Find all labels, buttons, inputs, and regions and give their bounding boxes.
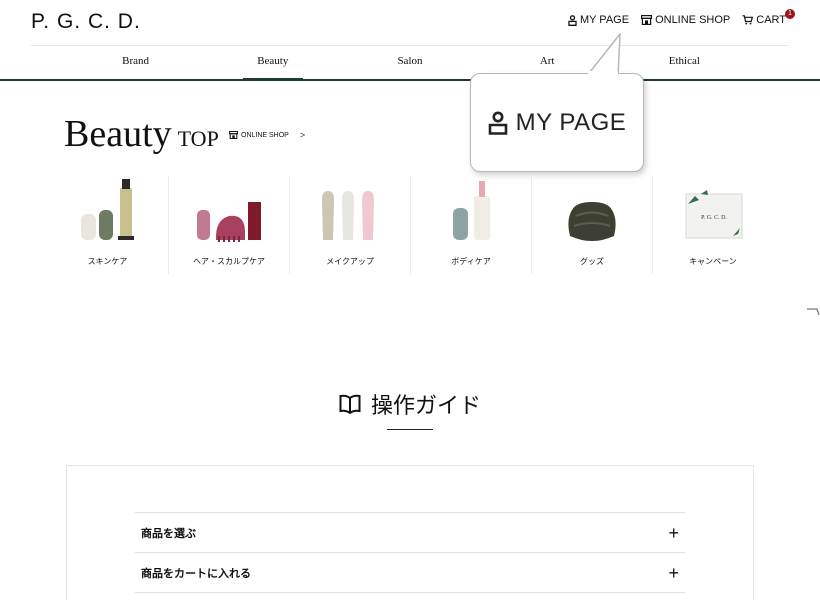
category-goods[interactable]: グッズ [531,176,652,274]
scroll-edge-mark [807,308,820,315]
plus-icon[interactable]: + [668,524,679,542]
cart-label: CART [756,14,786,26]
category-nav: Brand Beauty Salon Art Ethical [67,46,753,80]
beauty-category-grid: スキンケア ヘア・スカルプケア メイクアップ ボディケア グッズ P. G. C… [47,176,773,274]
cart-link[interactable]: CART 1 [742,9,795,26]
nav-ethical[interactable]: Ethical [654,46,714,79]
category-makeup[interactable]: メイクアップ [289,176,410,274]
campaign-card-logo: P. G. C. D. [701,215,727,221]
brand-logo[interactable]: P. G. C. D. [31,10,141,34]
book-icon [339,394,361,414]
makeup-product-image [322,191,374,240]
online-shop-link[interactable]: ONLINE SHOP [641,14,730,26]
guide-heading: 操作ガイド [0,388,820,420]
category-skincare[interactable]: スキンケア [47,176,168,274]
cart-count-badge: 1 [785,9,795,19]
plus-icon[interactable]: + [668,564,679,582]
bodycare-product-image [453,181,490,240]
hair-product-image [197,202,261,242]
online-shop-label: ONLINE SHOP [655,14,731,26]
top-nav: MY PAGE ONLINE SHOP CART 1 [568,9,795,26]
accordion-divider [135,592,685,593]
category-label: ボディケア [451,257,491,266]
beauty-title-suffix: TOP [177,126,219,151]
guide-title: 操作ガイド [370,394,481,419]
nav-beauty[interactable]: Beauty [242,46,303,80]
shop-icon [229,131,238,139]
beauty-title: Beauty [64,113,172,155]
nav-salon[interactable]: Salon [380,46,440,79]
beauty-top-heading: Beauty TOP [64,112,219,156]
callout-joint-cover [588,71,618,75]
accordion-label: 商品をカートに入れる [141,568,251,580]
category-label: ヘア・スカルプケア [193,257,265,266]
callout-label: MY PAGE [515,108,627,136]
shop-icon [641,15,653,25]
chevron-right-icon: > [299,130,306,140]
nav-brand[interactable]: Brand [106,46,166,79]
user-icon [488,111,507,135]
goods-product-image [568,202,616,241]
accordion-label: 商品を選ぶ [141,528,196,540]
skincare-product-image [81,179,134,240]
category-hair-scalp[interactable]: ヘア・スカルプケア [168,176,289,274]
cart-icon [742,15,754,25]
accordion-item-select-product[interactable]: 商品を選ぶ + [135,513,685,553]
category-bodycare[interactable]: ボディケア [410,176,531,274]
category-campaign[interactable]: P. G. C. D. キャンペーン [652,176,773,274]
nav-green-rule [0,79,820,81]
shop-link-label: ONLINE SHOP [241,131,289,139]
guide-underline [387,429,433,430]
user-icon [568,14,577,26]
category-label: グッズ [580,257,604,266]
category-label: スキンケア [87,257,128,266]
my-page-link[interactable]: MY PAGE [568,14,629,26]
campaign-image: P. G. C. D. [685,190,743,239]
my-page-zoom-callout: MY PAGE [470,73,644,172]
my-page-label: MY PAGE [579,14,630,26]
accordion-item-add-to-cart[interactable]: 商品をカートに入れる + [135,553,685,593]
beauty-online-shop-link[interactable]: ONLINE SHOP > [229,130,305,140]
category-label: キャンペーン [689,257,737,266]
category-label: メイクアップ [326,257,374,266]
